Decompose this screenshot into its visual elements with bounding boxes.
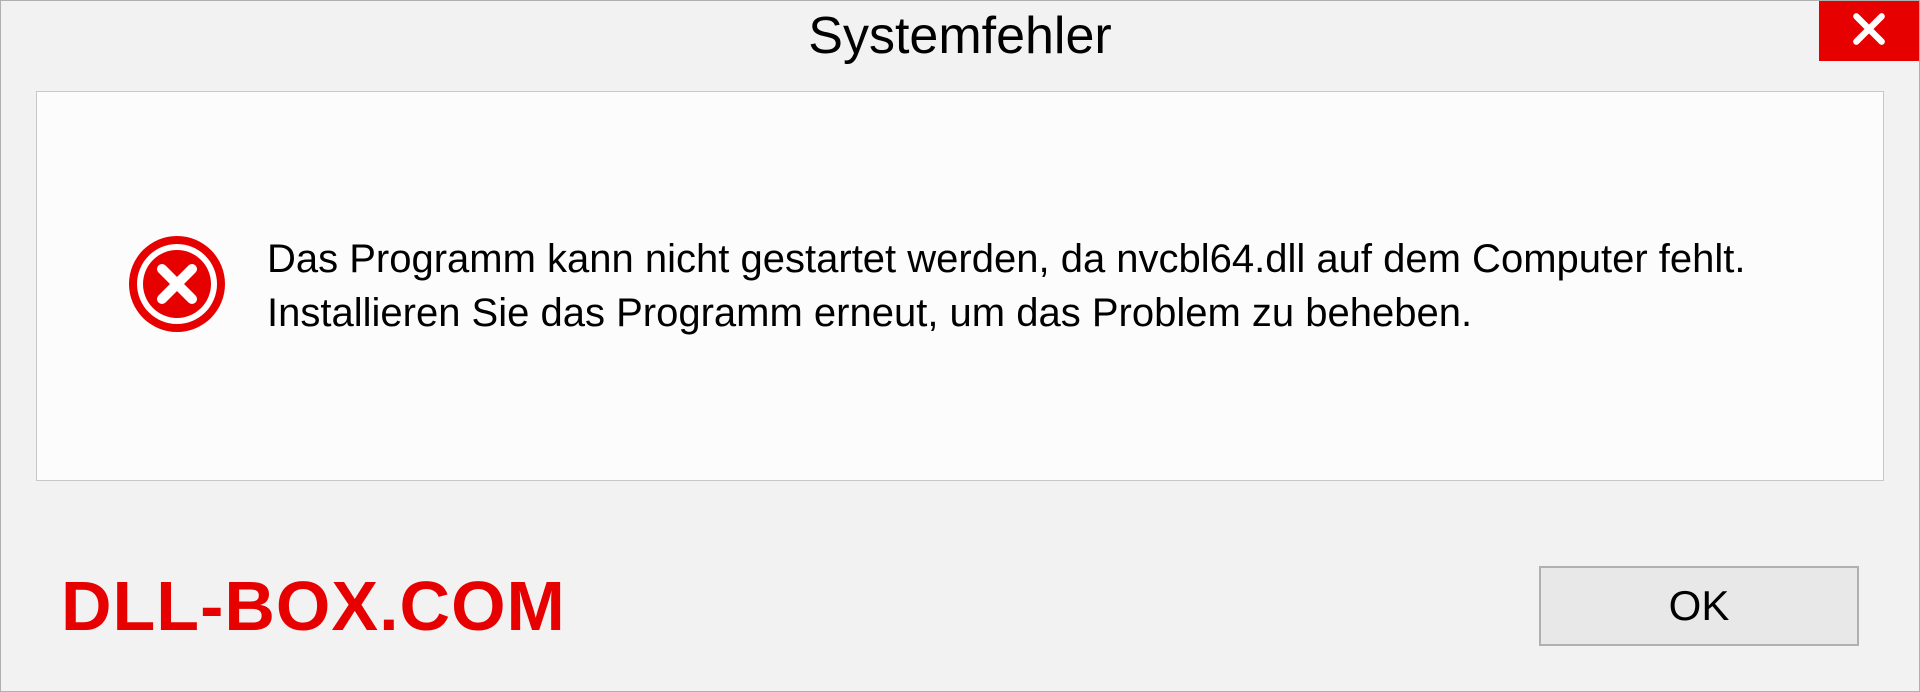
error-message: Das Programm kann nicht gestartet werden…: [267, 232, 1767, 340]
ok-button[interactable]: OK: [1539, 566, 1859, 646]
close-button[interactable]: [1819, 1, 1919, 61]
footer: DLL-BOX.COM OK: [1, 521, 1919, 691]
dialog-title: Systemfehler: [808, 6, 1111, 66]
titlebar: Systemfehler: [1, 1, 1919, 71]
error-icon: [127, 234, 227, 339]
watermark-text: DLL-BOX.COM: [61, 566, 566, 646]
close-icon: [1850, 10, 1888, 53]
message-panel: Das Programm kann nicht gestartet werden…: [36, 91, 1884, 481]
